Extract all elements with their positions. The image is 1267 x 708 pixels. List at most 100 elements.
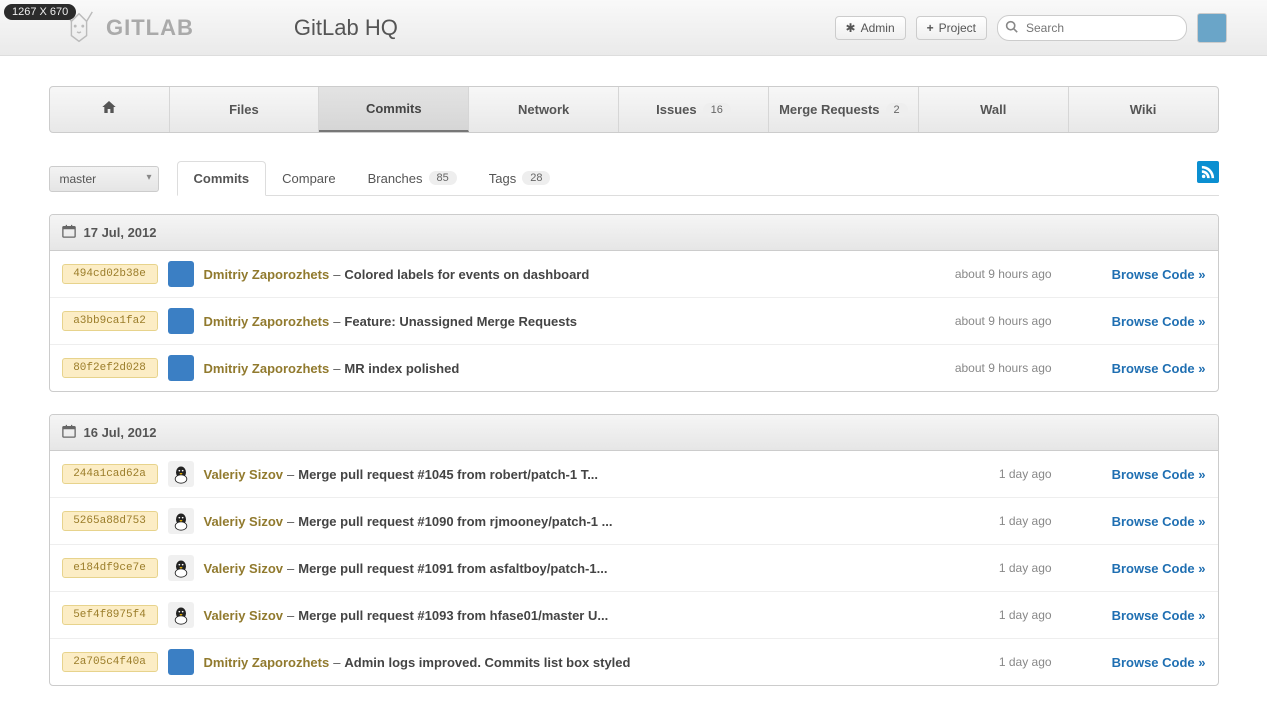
- separator: –: [333, 267, 340, 282]
- commit-row: 494cd02b38eDmitriy Zaporozhets – Colored…: [50, 251, 1218, 298]
- commit-sha[interactable]: 5265a88d753: [62, 511, 158, 531]
- logo-text: GITLAB: [106, 15, 194, 41]
- author-avatar[interactable]: [168, 649, 194, 675]
- commit-author[interactable]: Valeriy Sizov: [204, 467, 284, 482]
- commit-message: MR index polished: [344, 361, 459, 376]
- subtab-branches[interactable]: Branches 85: [352, 161, 473, 195]
- commit-author[interactable]: Dmitriy Zaporozhets: [204, 267, 330, 282]
- project-btn-label: Project: [939, 21, 976, 35]
- tab-wiki[interactable]: Wiki: [1069, 87, 1218, 132]
- browse-code-link[interactable]: Browse Code »: [1112, 267, 1206, 282]
- issues-label: Issues: [656, 102, 696, 117]
- new-project-button[interactable]: + Project: [916, 16, 987, 40]
- separator: –: [333, 655, 340, 670]
- commit-sha[interactable]: 494cd02b38e: [62, 264, 158, 284]
- branch-select[interactable]: master: [49, 166, 159, 192]
- commit-row: 5ef4f8975f4 Valeriy Sizov – Merge pull re…: [50, 592, 1218, 639]
- calendar-icon: [62, 424, 76, 441]
- commit-row: 5265a88d753 Valeriy Sizov – Merge pull re…: [50, 498, 1218, 545]
- subtab-tags[interactable]: Tags 28: [473, 161, 567, 195]
- mr-label: Merge Requests: [779, 102, 879, 117]
- mr-count: 2: [886, 103, 908, 117]
- tab-commits[interactable]: Commits: [319, 87, 469, 132]
- admin-label: Admin: [861, 21, 895, 35]
- logo[interactable]: GITLAB: [60, 9, 194, 47]
- branches-count: 85: [429, 171, 457, 185]
- user-avatar[interactable]: [1197, 13, 1227, 43]
- commit-sha[interactable]: 5ef4f8975f4: [62, 605, 158, 625]
- tab-network[interactable]: Network: [469, 87, 619, 132]
- dimensions-badge: 1267 X 670: [4, 4, 76, 20]
- commit-author[interactable]: Dmitriy Zaporozhets: [204, 361, 330, 376]
- browse-code-link[interactable]: Browse Code »: [1112, 561, 1206, 576]
- project-title: GitLab HQ: [294, 15, 398, 41]
- rss-button[interactable]: [1197, 161, 1219, 183]
- separator: –: [287, 608, 294, 623]
- branches-label: Branches: [368, 171, 423, 186]
- commit-sha[interactable]: a3bb9ca1fa2: [62, 311, 158, 331]
- tab-files[interactable]: Files: [170, 87, 320, 132]
- commit-groups: 17 Jul, 2012494cd02b38eDmitriy Zaporozhe…: [49, 214, 1219, 686]
- commit-author[interactable]: Valeriy Sizov: [204, 608, 284, 623]
- commit-message: Feature: Unassigned Merge Requests: [344, 314, 577, 329]
- author-avatar[interactable]: [168, 555, 194, 581]
- search-input[interactable]: [997, 15, 1187, 41]
- browse-code-link[interactable]: Browse Code »: [1112, 514, 1206, 529]
- commit-message: Admin logs improved. Commits list box st…: [344, 655, 630, 670]
- author-avatar[interactable]: [168, 508, 194, 534]
- tags-count: 28: [522, 171, 550, 185]
- commit-message: Merge pull request #1045 from robert/pat…: [298, 467, 598, 482]
- commit-sha[interactable]: 80f2ef2d028: [62, 358, 158, 378]
- group-header: 16 Jul, 2012: [50, 415, 1218, 451]
- tags-label: Tags: [489, 171, 516, 186]
- commit-message: Merge pull request #1093 from hfase01/ma…: [298, 608, 608, 623]
- commit-sha[interactable]: 2a705c4f40a: [62, 652, 158, 672]
- commit-time: about 9 hours ago: [955, 314, 1112, 328]
- group-date: 16 Jul, 2012: [84, 425, 157, 440]
- commit-time: 1 day ago: [999, 561, 1112, 575]
- plus-icon: +: [927, 21, 934, 35]
- sub-tabs: Commits Compare Branches 85 Tags 28: [177, 161, 1219, 196]
- browse-code-link[interactable]: Browse Code »: [1112, 655, 1206, 670]
- commit-author[interactable]: Valeriy Sizov: [204, 514, 284, 529]
- commit-group: 16 Jul, 2012 244a1cad62a Valeriy Sizov – M…: [49, 414, 1219, 686]
- tab-home[interactable]: [50, 87, 170, 132]
- separator: –: [333, 361, 340, 376]
- browse-code-link[interactable]: Browse Code »: [1112, 608, 1206, 623]
- issues-count: 16: [703, 103, 731, 117]
- author-avatar[interactable]: [168, 602, 194, 628]
- tab-wall[interactable]: Wall: [919, 87, 1069, 132]
- commit-time: 1 day ago: [999, 655, 1112, 669]
- app-header: GITLAB GitLab HQ ✱ Admin + Project: [0, 0, 1267, 56]
- commit-author[interactable]: Valeriy Sizov: [204, 561, 284, 576]
- subtab-commits[interactable]: Commits: [177, 161, 267, 196]
- author-avatar[interactable]: [168, 461, 194, 487]
- tab-merge-requests[interactable]: Merge Requests 2: [769, 87, 919, 132]
- separator: –: [333, 314, 340, 329]
- commit-row: e184df9ce7eValeriy Sizov – Merge pull re…: [50, 545, 1218, 592]
- commit-author[interactable]: Dmitriy Zaporozhets: [204, 655, 330, 670]
- commit-row: 2a705c4f40a Dmitriy Zaporozhets – Admin l…: [50, 639, 1218, 685]
- admin-button[interactable]: ✱ Admin: [835, 16, 906, 40]
- home-icon: [101, 99, 117, 120]
- separator: –: [287, 561, 294, 576]
- commit-time: about 9 hours ago: [955, 361, 1112, 375]
- commit-sha[interactable]: 244a1cad62a: [62, 464, 158, 484]
- author-avatar[interactable]: [168, 308, 194, 334]
- separator: –: [287, 514, 294, 529]
- gear-icon: ✱: [846, 21, 856, 35]
- main-nav: Files Commits Network Issues 16 Merge Re…: [49, 86, 1219, 133]
- commit-time: 1 day ago: [999, 514, 1112, 528]
- subtab-compare[interactable]: Compare: [266, 161, 351, 195]
- commit-message: Merge pull request #1090 from rjmooney/p…: [298, 514, 612, 529]
- commit-sha[interactable]: e184df9ce7e: [62, 558, 158, 578]
- browse-code-link[interactable]: Browse Code »: [1112, 361, 1206, 376]
- browse-code-link[interactable]: Browse Code »: [1112, 467, 1206, 482]
- browse-code-link[interactable]: Browse Code »: [1112, 314, 1206, 329]
- commit-author[interactable]: Dmitriy Zaporozhets: [204, 314, 330, 329]
- author-avatar[interactable]: [168, 355, 194, 381]
- search-wrap: [997, 15, 1187, 41]
- tab-issues[interactable]: Issues 16: [619, 87, 769, 132]
- commit-row: 80f2ef2d028 Dmitriy Zaporozhets – MR inde…: [50, 345, 1218, 391]
- author-avatar[interactable]: [168, 261, 194, 287]
